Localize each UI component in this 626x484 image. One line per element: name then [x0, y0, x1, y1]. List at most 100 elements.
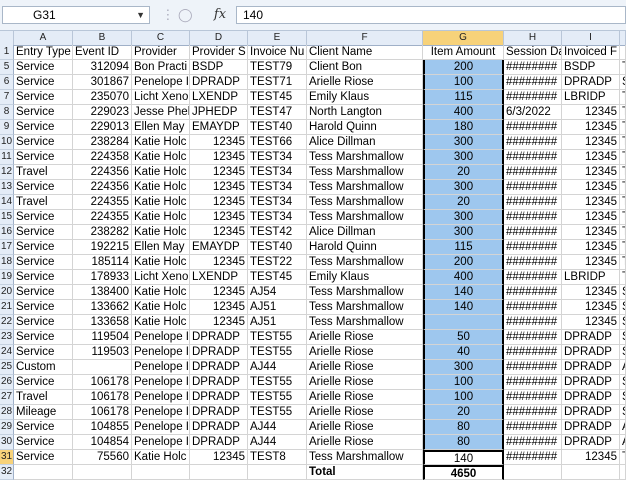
cell-j[interactable]: S — [620, 75, 626, 90]
cell-a[interactable]: Service — [14, 420, 73, 435]
cell-g[interactable]: 300 — [423, 360, 504, 375]
cell-h[interactable]: ######## — [504, 240, 562, 255]
row-header[interactable]: 24 — [0, 345, 14, 360]
cell-j[interactable]: S — [620, 330, 626, 345]
cell-j[interactable]: T — [620, 240, 626, 255]
cell-a[interactable]: Travel — [14, 390, 73, 405]
cell-f[interactable]: Emily Klaus — [307, 90, 423, 105]
cell-e[interactable]: TEST66 — [248, 135, 307, 150]
cell-h[interactable]: ######## — [504, 270, 562, 285]
cell-j[interactable]: T — [620, 90, 626, 105]
cell-c[interactable] — [132, 465, 190, 480]
insert-function-button[interactable]: fx — [206, 5, 234, 25]
cell-h[interactable]: ######## — [504, 315, 562, 330]
cell-g[interactable]: 140 — [423, 450, 504, 465]
cell-i[interactable]: 12345 — [562, 180, 620, 195]
cell-d[interactable]: DPRADP — [190, 330, 248, 345]
cell-f[interactable]: Client Name — [307, 45, 423, 60]
cell-g[interactable]: Item Amount — [423, 45, 504, 60]
cell-i[interactable]: 12345 — [562, 135, 620, 150]
cell-c[interactable]: Katie Holc — [132, 285, 190, 300]
cell-i[interactable]: BSDP — [562, 60, 620, 75]
column-header-g[interactable]: G — [423, 31, 504, 45]
cell-a[interactable]: Service — [14, 240, 73, 255]
cell-c[interactable]: Katie Holc — [132, 135, 190, 150]
cell-j[interactable]: A — [620, 420, 626, 435]
cell-j[interactable]: S — [620, 390, 626, 405]
formula-input[interactable]: 140 — [236, 6, 626, 24]
cell-f[interactable]: Tess Marshmallow — [307, 180, 423, 195]
cell-e[interactable]: AJ44 — [248, 420, 307, 435]
row-header[interactable]: 6 — [0, 75, 14, 90]
cell-d[interactable]: EMAYDP — [190, 240, 248, 255]
expand-handle-icon[interactable]: ⋮ — [161, 7, 174, 22]
cell-f[interactable]: Arielle Riose — [307, 435, 423, 450]
cell-b[interactable]: 104855 — [73, 420, 132, 435]
cell-d[interactable]: 12345 — [190, 135, 248, 150]
cell-b[interactable] — [73, 465, 132, 480]
cell-a[interactable]: Service — [14, 75, 73, 90]
cell-j[interactable]: A — [620, 435, 626, 450]
column-header-j[interactable] — [620, 31, 626, 45]
cell-h[interactable]: ######## — [504, 165, 562, 180]
cell-b[interactable]: Event ID — [73, 45, 132, 60]
cell-f[interactable]: Tess Marshmallow — [307, 210, 423, 225]
cell-e[interactable]: TEST45 — [248, 90, 307, 105]
cell-e[interactable]: AJ54 — [248, 285, 307, 300]
cell-g[interactable]: 100 — [423, 375, 504, 390]
cell-d[interactable]: 12345 — [190, 285, 248, 300]
row-header[interactable]: 5 — [0, 60, 14, 75]
cell-b[interactable]: 106178 — [73, 390, 132, 405]
cell-i[interactable]: DPRADP — [562, 345, 620, 360]
cell-h[interactable]: ######## — [504, 180, 562, 195]
cell-g[interactable]: 200 — [423, 60, 504, 75]
chevron-down-icon[interactable]: ▼ — [136, 7, 145, 23]
cell-g[interactable]: 100 — [423, 390, 504, 405]
cell-a[interactable]: Travel — [14, 195, 73, 210]
cell-d[interactable]: DPRADP — [190, 345, 248, 360]
row-header[interactable]: 29 — [0, 420, 14, 435]
cell-d[interactable]: JPHEDP — [190, 105, 248, 120]
cell-c[interactable]: Katie Holc — [132, 195, 190, 210]
row-header[interactable]: 25 — [0, 360, 14, 375]
cell-g[interactable]: 80 — [423, 420, 504, 435]
cell-g[interactable]: 115 — [423, 240, 504, 255]
cell-i[interactable]: 12345 — [562, 255, 620, 270]
cell-g[interactable]: 300 — [423, 180, 504, 195]
cell-j[interactable]: T — [620, 195, 626, 210]
cell-j[interactable]: T — [620, 105, 626, 120]
row-header[interactable]: 28 — [0, 405, 14, 420]
cell-a[interactable]: Service — [14, 180, 73, 195]
cell-d[interactable]: BSDP — [190, 60, 248, 75]
row-header[interactable]: 32 — [0, 465, 14, 480]
cell-i[interactable]: 12345 — [562, 210, 620, 225]
cell-i[interactable]: 12345 — [562, 300, 620, 315]
cell-b[interactable]: 75560 — [73, 450, 132, 465]
row-header[interactable]: 27 — [0, 390, 14, 405]
cell-d[interactable]: 12345 — [190, 315, 248, 330]
row-header[interactable]: 9 — [0, 120, 14, 135]
cell-c[interactable]: Penelope I — [132, 330, 190, 345]
cell-d[interactable]: 12345 — [190, 210, 248, 225]
cell-i[interactable]: DPRADP — [562, 420, 620, 435]
cell-d[interactable]: 12345 — [190, 180, 248, 195]
cell-d[interactable]: 12345 — [190, 150, 248, 165]
row-header[interactable]: 30 — [0, 435, 14, 450]
cell-g[interactable]: 50 — [423, 330, 504, 345]
select-all-corner[interactable] — [0, 31, 14, 45]
cell-j[interactable]: S — [620, 300, 626, 315]
cell-i[interactable]: DPRADP — [562, 375, 620, 390]
cell-f[interactable]: Arielle Riose — [307, 360, 423, 375]
cell-c[interactable]: Katie Holc — [132, 450, 190, 465]
cell-g[interactable]: 80 — [423, 435, 504, 450]
cell-f[interactable]: Client Bon — [307, 60, 423, 75]
cell-f[interactable]: Alice Dillman — [307, 135, 423, 150]
cell-b[interactable]: 238282 — [73, 225, 132, 240]
cell-g[interactable]: 300 — [423, 150, 504, 165]
cell-c[interactable]: Katie Holc — [132, 315, 190, 330]
cell-g[interactable]: 40 — [423, 345, 504, 360]
cell-c[interactable]: Provider — [132, 45, 190, 60]
cell-b[interactable]: 192215 — [73, 240, 132, 255]
cell-d[interactable]: LXENDP — [190, 90, 248, 105]
cell-e[interactable]: TEST45 — [248, 270, 307, 285]
